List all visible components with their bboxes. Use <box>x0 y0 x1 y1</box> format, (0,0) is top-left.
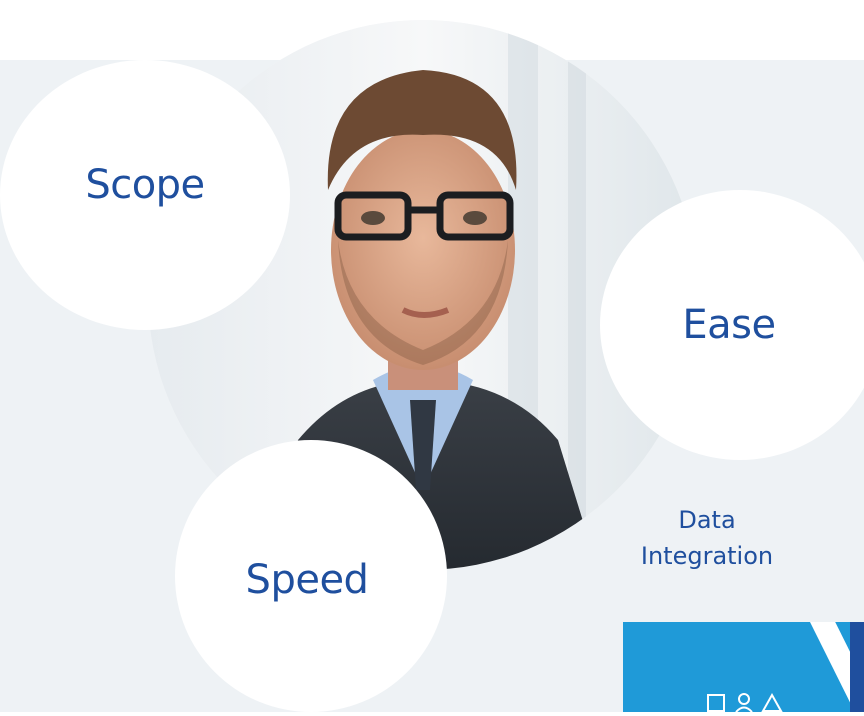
data-integration-caption: Data Integration <box>610 502 804 574</box>
scope-label: Scope <box>85 162 205 208</box>
caption-line-2: Integration <box>640 542 774 570</box>
tile-icon-row <box>705 689 785 713</box>
square-icon <box>705 689 727 712</box>
scope-bubble: Scope <box>0 60 290 330</box>
person-icon <box>733 689 755 713</box>
ease-bubble: Ease <box>600 190 864 460</box>
speed-label: Speed <box>245 557 369 603</box>
ease-label: Ease <box>682 302 776 348</box>
triangle-icon <box>761 689 783 712</box>
caption-line-1: Data <box>678 506 736 534</box>
tile-accent-edge <box>850 622 864 712</box>
speed-bubble: Speed <box>175 440 447 712</box>
